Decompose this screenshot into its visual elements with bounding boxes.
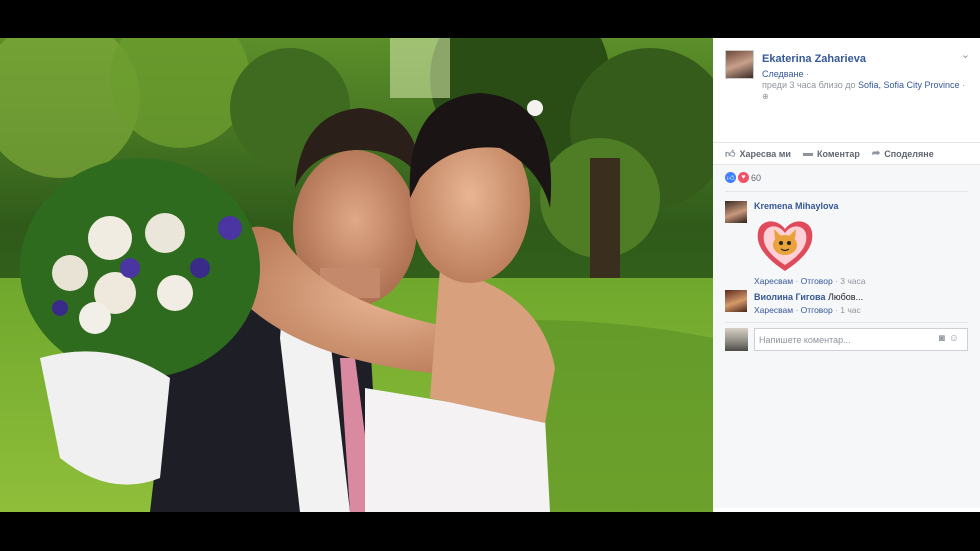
divider [725, 191, 968, 192]
love-reaction-icon: ♥ [738, 172, 749, 183]
reaction-count: 60 [751, 172, 762, 183]
follow-link[interactable]: Следване [762, 69, 803, 79]
viewer-avatar [725, 328, 748, 351]
photo-viewer: Ekaterina Zaharieva Следване · преди 3 ч… [0, 0, 980, 551]
comment-input[interactable]: Напишете коментар... [754, 328, 968, 351]
comment-item: Kremena Mihaylova Харесвам · Отговор · 3… [725, 201, 972, 291]
share-button[interactable]: ➦ Споделяне [872, 148, 934, 159]
chevron-down-icon[interactable]: ⌄ [961, 48, 970, 61]
commenter-name[interactable]: Kremena Mihaylova [754, 201, 839, 211]
comment-item: Виолина Гигова Любов... Харесвам · Отгов… [725, 290, 972, 320]
comment-reply-link[interactable]: Отговор [801, 305, 833, 315]
comment-like-link[interactable]: Харесвам [754, 305, 793, 315]
comment-body: Виолина Гигова Любов... Харесвам · Отгов… [754, 292, 972, 315]
photo-image [0, 38, 713, 512]
composer-icons: ◙☺ [939, 333, 963, 344]
comment-actions: Харесвам · Отговор · 3 часа [754, 276, 866, 286]
like-button[interactable]: 👍︎ Харесва ми [725, 148, 791, 160]
thumbs-up-icon: 👍︎ [725, 148, 736, 160]
comment-label: Коментар [816, 148, 860, 159]
speech-bubble-icon: ▬ [802, 148, 813, 159]
author-avatar[interactable] [725, 50, 754, 79]
comment-composer: Напишете коментар... ◙☺ [725, 328, 968, 351]
heart-cat-sticker [754, 215, 816, 273]
post-actions: 👍︎ Харесва ми ▬ Коментар ➦ Споделяне [713, 142, 980, 164]
comment-text: Любов... [827, 292, 864, 302]
wedding-photo[interactable] [0, 38, 713, 512]
camera-icon[interactable]: ◙ [939, 333, 949, 344]
divider [725, 322, 968, 323]
share-arrow-icon: ➦ [871, 148, 881, 159]
post-panel: Ekaterina Zaharieva Следване · преди 3 ч… [713, 38, 980, 512]
author-name[interactable]: Ekaterina Zaharieva [762, 53, 866, 65]
follow-row: Следване · [762, 69, 809, 79]
comment-button[interactable]: ▬ Коментар [803, 148, 860, 159]
emoji-icon[interactable]: ☺ [949, 333, 963, 344]
post-meta: преди 3 часа близо до Sofia, Sofia City … [762, 80, 966, 90]
post-location[interactable]: Sofia, Sofia City Province [858, 80, 960, 90]
commenter-name[interactable]: Виолина Гигова [754, 292, 825, 302]
commenter-avatar[interactable] [725, 290, 747, 312]
comment-like-link[interactable]: Харесвам [754, 276, 793, 286]
comment-actions: Харесвам · Отговор · 1 час [754, 305, 861, 315]
like-reaction-icon: 👍︎ [725, 172, 736, 183]
comment-reply-link[interactable]: Отговор [801, 276, 833, 286]
comment-body: Kremena Mihaylova Харесвам · Отговор · 3… [754, 201, 972, 286]
reactions-summary[interactable]: 👍︎ ♥ 60 [725, 172, 761, 183]
commenter-avatar[interactable] [725, 201, 747, 223]
feedback-section: 👍︎ ♥ 60 Kremena Mihaylova Харесвам · Отг… [713, 164, 980, 508]
post-header: Ekaterina Zaharieva Следване · преди 3 ч… [713, 38, 980, 142]
like-label: Харесва ми [739, 148, 791, 159]
globe-icon: ⊕ [762, 92, 769, 101]
share-label: Споделяне [884, 148, 934, 159]
comment-time[interactable]: 1 час [840, 305, 861, 315]
post-time[interactable]: преди 3 часа близо до [762, 80, 856, 90]
comment-time[interactable]: 3 часа [840, 276, 865, 286]
